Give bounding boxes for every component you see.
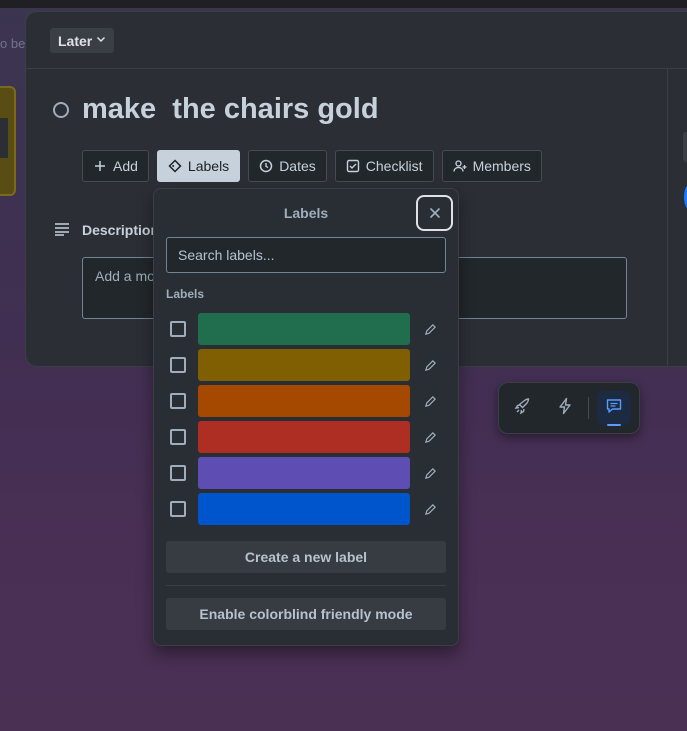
rocket-button[interactable]	[506, 391, 540, 425]
labels-button[interactable]: Labels	[156, 150, 241, 182]
popover-title: Labels	[283, 205, 329, 221]
popover-divider	[166, 585, 446, 586]
label-swatch[interactable]	[198, 349, 410, 381]
mark-complete-toggle[interactable]	[53, 102, 69, 118]
description-icon	[54, 222, 70, 236]
label-checkbox[interactable]	[170, 501, 186, 517]
pencil-icon[interactable]	[422, 357, 438, 373]
board-list-title: o be	[0, 36, 26, 51]
label-swatch[interactable]	[198, 457, 410, 489]
board-header-strip	[0, 0, 687, 8]
add-button-label: Add	[113, 158, 138, 174]
plus-icon	[93, 159, 107, 173]
label-checkbox[interactable]	[170, 465, 186, 481]
dates-button-label: Dates	[279, 158, 316, 174]
label-swatch[interactable]	[198, 493, 410, 525]
automation-button[interactable]	[548, 391, 582, 425]
labels-section-heading: Labels	[166, 287, 205, 301]
floating-toolbar	[498, 382, 640, 434]
checklist-button-label: Checklist	[365, 158, 423, 174]
pencil-icon[interactable]	[422, 393, 438, 409]
colorblind-mode-button[interactable]: Enable colorblind friendly mode	[166, 598, 446, 630]
pencil-icon[interactable]	[422, 429, 438, 445]
lightning-icon	[556, 397, 574, 420]
label-checkbox[interactable]	[170, 357, 186, 373]
checkbox-icon	[346, 159, 360, 173]
labels-popover: Labels Labels Create a new label Enab	[153, 188, 459, 646]
pencil-icon[interactable]	[422, 465, 438, 481]
pencil-icon[interactable]	[422, 321, 438, 337]
label-row	[170, 421, 450, 453]
search-labels-input[interactable]	[166, 237, 446, 273]
label-row	[170, 457, 450, 489]
toolbar-separator	[588, 397, 589, 419]
comment-icon	[605, 397, 623, 420]
rocket-icon	[514, 397, 532, 420]
tag-icon	[168, 159, 182, 173]
members-button-label: Members	[472, 158, 531, 174]
add-member-icon	[452, 159, 467, 173]
add-button[interactable]: Add	[82, 150, 149, 182]
labels-button-label: Labels	[187, 158, 230, 174]
label-row	[170, 385, 450, 417]
clock-icon	[259, 159, 273, 173]
comments-button[interactable]	[597, 391, 631, 425]
label-swatch[interactable]	[198, 421, 410, 453]
sidebar-divider	[667, 69, 668, 366]
checklist-button[interactable]: Checklist	[334, 150, 434, 182]
description-heading: Description	[82, 222, 160, 238]
create-label-button[interactable]: Create a new label	[166, 541, 446, 573]
close-icon	[429, 203, 441, 224]
label-row	[170, 313, 450, 345]
label-row	[170, 493, 450, 525]
close-button[interactable]	[416, 195, 453, 231]
sidebar-button[interactable]	[683, 132, 687, 162]
label-checkbox[interactable]	[170, 429, 186, 445]
dates-button[interactable]: Dates	[248, 150, 327, 182]
card-actions: Add Labels Dates Checklist Members	[82, 150, 542, 182]
chevron-down-icon	[96, 34, 106, 47]
label-checkbox[interactable]	[170, 393, 186, 409]
list-selector[interactable]: Later	[50, 28, 115, 53]
label-checkbox[interactable]	[170, 321, 186, 337]
label-swatch[interactable]	[198, 385, 410, 417]
board-card-partial[interactable]	[0, 86, 16, 196]
list-name: Later	[58, 32, 93, 49]
label-swatch[interactable]	[198, 313, 410, 345]
card-title[interactable]: make the chairs gold	[82, 93, 379, 126]
pencil-icon[interactable]	[422, 501, 438, 517]
modal-header: Later	[26, 12, 687, 69]
members-button[interactable]: Members	[441, 150, 542, 182]
label-row	[170, 349, 450, 381]
active-indicator	[607, 424, 621, 426]
